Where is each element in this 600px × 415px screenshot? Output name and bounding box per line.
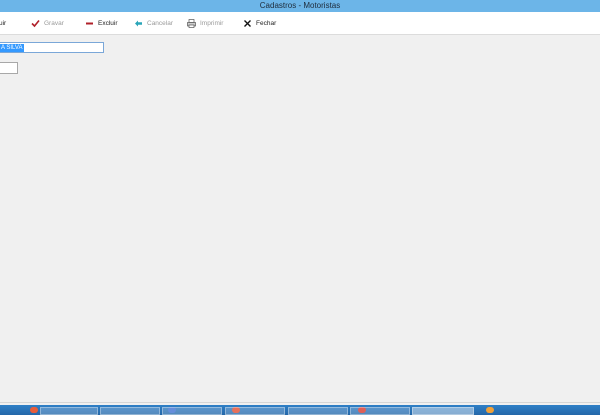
taskbar-app-icon[interactable] [486,407,494,413]
app-window: Cadastros - Motoristas uir Gravar Exclui… [0,0,600,415]
taskbar-item[interactable] [100,407,160,415]
incluir-button[interactable]: uir [0,17,6,29]
fechar-label: Fechar [256,19,277,27]
minus-icon [85,19,94,28]
secondary-field[interactable] [0,62,18,74]
cancelar-label: Cancelar [147,19,174,27]
close-icon [243,19,252,28]
taskbar-item[interactable] [40,407,98,415]
taskbar [0,405,600,415]
name-field-value: A SILVA [0,44,25,52]
checkmark-icon [31,19,40,28]
imprimir-button[interactable]: Imprimir [187,17,223,29]
taskbar-item[interactable] [288,407,348,415]
status-divider [0,402,600,403]
taskbar-app-icon[interactable] [30,407,38,413]
incluir-label: uir [0,19,7,27]
fechar-button[interactable]: Fechar [243,17,276,29]
taskbar-item-active[interactable] [412,407,474,415]
gravar-button[interactable]: Gravar [31,17,64,29]
printer-icon [187,18,196,28]
taskbar-item[interactable] [162,407,222,415]
gravar-label: Gravar [44,19,64,27]
back-arrow-icon [134,19,143,28]
taskbar-item[interactable] [225,407,285,415]
form-area: A SILVA [0,35,600,402]
name-field[interactable]: A SILVA [0,42,104,53]
cancelar-button[interactable]: Cancelar [134,17,173,29]
taskbar-item[interactable] [350,407,410,415]
imprimir-label: Imprimir [200,19,224,27]
window-title: Cadastros - Motoristas [0,0,600,12]
excluir-button[interactable]: Excluir [85,17,118,29]
toolbar: uir Gravar Excluir Cancelar Imprimir Fec… [0,12,600,35]
excluir-label: Excluir [98,19,118,27]
